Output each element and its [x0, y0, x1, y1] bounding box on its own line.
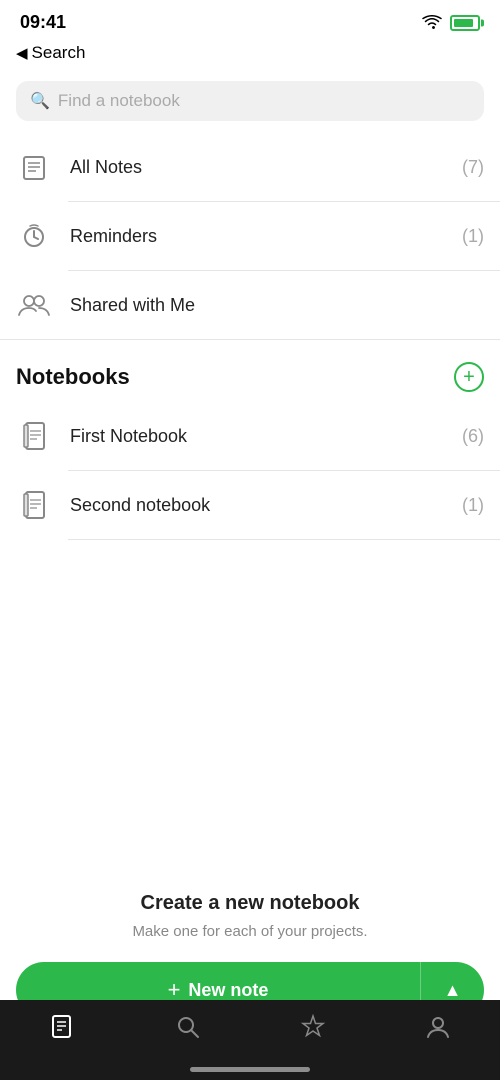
shared-with-me-item[interactable]: Shared with Me	[0, 271, 500, 339]
notebook-label-1: Second notebook	[70, 495, 444, 516]
status-bar: 09:41	[0, 0, 500, 37]
search-bar[interactable]: 🔍 Find a notebook	[16, 81, 484, 121]
wifi-icon	[422, 15, 442, 30]
notebooks-title: Notebooks	[16, 364, 130, 390]
reminders-icon	[16, 218, 52, 254]
tab-search[interactable]	[125, 1014, 250, 1040]
all-notes-count: (7)	[462, 157, 484, 178]
home-indicator	[190, 1067, 310, 1072]
reminders-label: Reminders	[70, 226, 444, 247]
person-tab-icon	[425, 1014, 451, 1040]
notebooks-section-header: Notebooks +	[0, 340, 500, 402]
status-icons	[422, 15, 480, 31]
back-arrow-icon: ◀	[16, 44, 28, 62]
chevron-up-icon: ▲	[444, 980, 462, 1001]
notebook-count-1: (1)	[462, 495, 484, 516]
tab-account[interactable]	[375, 1014, 500, 1040]
battery-fill	[454, 19, 473, 27]
notes-list-icon	[16, 149, 52, 185]
shared-icon	[16, 287, 52, 323]
back-label[interactable]: Search	[32, 43, 86, 63]
status-time: 09:41	[20, 12, 66, 33]
notebook-icon-0	[16, 418, 52, 454]
search-container: 🔍 Find a notebook	[0, 73, 500, 133]
reminders-count: (1)	[462, 226, 484, 247]
notebook-item-0[interactable]: First Notebook (6)	[0, 402, 500, 470]
promo-title: Create a new notebook	[20, 892, 480, 915]
search-icon: 🔍	[30, 91, 50, 111]
search-placeholder: Find a notebook	[58, 91, 180, 111]
reminders-item[interactable]: Reminders (1)	[0, 202, 500, 270]
nav-bar: ◀ Search	[0, 37, 500, 73]
new-note-label: New note	[188, 980, 268, 1001]
add-notebook-button[interactable]: +	[454, 362, 484, 392]
notebook-item-1[interactable]: Second notebook (1)	[0, 471, 500, 539]
search-tab-icon	[175, 1014, 201, 1040]
notebook-label-0: First Notebook	[70, 426, 444, 447]
all-notes-item[interactable]: All Notes (7)	[0, 133, 500, 201]
notebook-count-0: (6)	[462, 426, 484, 447]
notes-tab-icon	[50, 1014, 76, 1040]
notebook-icon-1	[16, 487, 52, 523]
tab-favorites[interactable]	[250, 1014, 375, 1040]
tab-notes[interactable]	[0, 1014, 125, 1040]
star-tab-icon	[300, 1014, 326, 1040]
battery-icon	[450, 15, 480, 31]
shared-with-me-label: Shared with Me	[70, 295, 484, 316]
promo-subtitle: Make one for each of your projects.	[20, 923, 480, 940]
all-notes-label: All Notes	[70, 157, 444, 178]
divider-5	[68, 539, 500, 540]
